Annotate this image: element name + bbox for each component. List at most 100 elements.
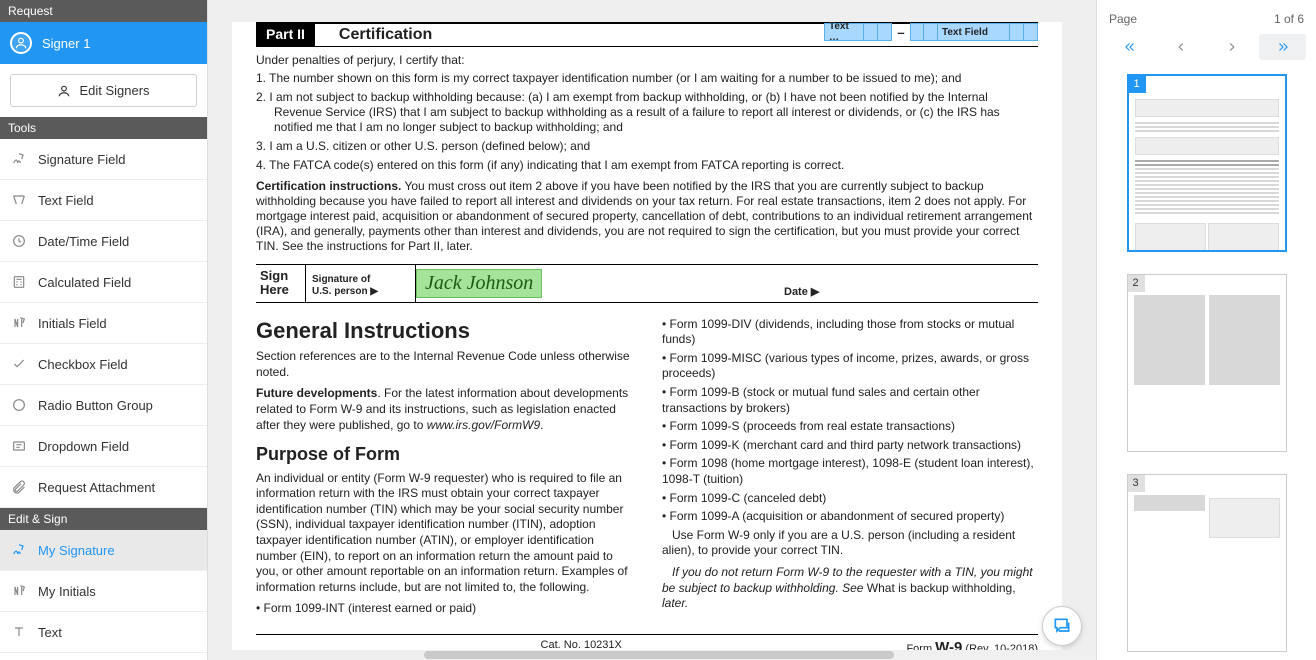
- overlay-dash: –: [892, 25, 910, 40]
- thumbnail-panel: Page 1 of 6 1 2 3: [1096, 0, 1316, 660]
- thumbnail-page-number: 1: [1128, 75, 1146, 93]
- tool-label: My Initials: [38, 584, 96, 599]
- initials-icon: [10, 583, 28, 599]
- field-overlays: Text … – Text Field: [824, 23, 1038, 41]
- tool-label: Dropdown Field: [38, 439, 129, 454]
- instructions-left-column: General Instructions Section references …: [256, 317, 632, 620]
- thumbnail-page-number: 2: [1127, 274, 1145, 292]
- dropdown-icon: [10, 438, 28, 454]
- nav-first-button[interactable]: [1107, 34, 1154, 60]
- user-icon: [10, 32, 32, 54]
- clock-icon: [10, 233, 28, 249]
- edit-sign-header: Edit & Sign: [0, 508, 207, 530]
- signature-icon: [10, 151, 28, 167]
- tool-label: My Signature: [38, 543, 115, 558]
- purpose-heading: Purpose of Form: [256, 443, 632, 466]
- checkbox-icon: [10, 356, 28, 372]
- chevron-left-icon: [1174, 40, 1188, 54]
- nav-last-button[interactable]: [1259, 34, 1306, 60]
- editsign-today-s-date[interactable]: Today's Date: [0, 653, 207, 660]
- tool-label: Signature Field: [38, 152, 125, 167]
- horizontal-scrollbar[interactable]: [424, 650, 1096, 660]
- cert-item: 3. I am a U.S. citizen or other U.S. per…: [256, 139, 1038, 154]
- signer-selector[interactable]: Signer 1: [0, 22, 207, 64]
- tool-checkbox-field[interactable]: Checkbox Field: [0, 344, 207, 385]
- chevrons-left-icon: [1121, 40, 1139, 54]
- overlay-cell[interactable]: [924, 23, 938, 41]
- user-icon: [57, 84, 71, 98]
- tools-list: Signature Field Text FieldDate/Time Field…: [0, 139, 207, 508]
- tool-label: Checkbox Field: [38, 357, 128, 372]
- tool-calculated-field[interactable]: Calculated Field: [0, 262, 207, 303]
- thumbnail-page-2[interactable]: 2: [1127, 274, 1287, 452]
- tool-radio-button-group[interactable]: Radio Button Group: [0, 385, 207, 426]
- thumbnail-list: 1 2 3: [1107, 74, 1306, 652]
- signature-label: Signature ofU.S. person ▶: [306, 265, 416, 302]
- overlay-cell[interactable]: [1010, 23, 1024, 41]
- general-instructions-heading: General Instructions: [256, 317, 632, 346]
- sidebar: Request Signer 1 Edit Signers Tools Sign…: [0, 0, 208, 660]
- date-label: Date ▶: [778, 265, 1038, 302]
- instructions-right-column: • Form 1099-DIV (dividends, including th…: [662, 317, 1038, 620]
- document-page[interactable]: Text … – Text Field: [232, 22, 1062, 650]
- signature-icon: [10, 542, 28, 558]
- tool-date-time-field[interactable]: Date/Time Field: [0, 221, 207, 262]
- tool-text-field[interactable]: Text Field: [0, 180, 207, 221]
- tool-dropdown-field[interactable]: Dropdown Field: [0, 426, 207, 467]
- cert-item: 2. I am not subject to backup withholdin…: [256, 90, 1038, 135]
- tool-initials-field[interactable]: Initials Field: [0, 303, 207, 344]
- overlay-text-field-1[interactable]: Text …: [824, 23, 864, 41]
- overlay-cell[interactable]: [878, 23, 892, 41]
- thumbnail-page-3[interactable]: 3: [1127, 474, 1287, 652]
- tool-label: Initials Field: [38, 316, 107, 331]
- text-field-icon: [10, 192, 28, 208]
- signer-label: Signer 1: [42, 36, 90, 51]
- chat-button[interactable]: [1042, 606, 1082, 646]
- page-footer: Cat. No. 10231X Form W-9 (Rev. 10-2018): [256, 634, 1038, 650]
- list-item: • Form 1099-INT (interest earned or paid…: [256, 601, 632, 617]
- chat-icon: [1052, 616, 1072, 636]
- tool-label: Radio Button Group: [38, 398, 153, 413]
- cert-item: 1. The number shown on this form is my c…: [256, 71, 1038, 86]
- editsign-text[interactable]: Text: [0, 612, 207, 653]
- signature-value[interactable]: Jack Johnson: [416, 269, 542, 298]
- tool-label: Request Attachment: [38, 480, 155, 495]
- cert-instructions: Certification instructions. You must cro…: [256, 179, 1038, 254]
- tool-label: Calculated Field: [38, 275, 131, 290]
- document-area: Text … – Text Field: [208, 0, 1096, 660]
- cert-list: 1. The number shown on this form is my c…: [256, 71, 1038, 173]
- tool-signature-field[interactable]: Signature Field: [0, 139, 207, 180]
- list-item: • Form 1099-MISC (various types of incom…: [662, 351, 1038, 382]
- editsign-my-signature[interactable]: My Signature: [0, 530, 207, 571]
- tool-label: Text: [38, 625, 62, 640]
- list-item: • Form 1099-K (merchant card and third p…: [662, 438, 1038, 454]
- list-item: • Form 1099-DIV (dividends, including th…: [662, 317, 1038, 348]
- initials-icon: [10, 315, 28, 331]
- edit-signers-button[interactable]: Edit Signers: [10, 74, 197, 107]
- page-label: Page: [1109, 12, 1137, 26]
- nav-prev-button[interactable]: [1158, 34, 1205, 60]
- page-count: 1 of 6: [1274, 12, 1304, 26]
- edit-signers-label: Edit Signers: [79, 83, 149, 98]
- radio-icon: [10, 397, 28, 413]
- overlay-cell[interactable]: [864, 23, 878, 41]
- text-icon: [10, 624, 28, 640]
- calc-icon: [10, 274, 28, 290]
- edit-sign-list: My Signature My Initials Text Today's Date: [0, 530, 207, 660]
- tool-request-attachment[interactable]: Request Attachment: [0, 467, 207, 508]
- part-tag: Part II: [256, 24, 315, 46]
- overlay-text-field-2[interactable]: Text Field: [938, 23, 1010, 41]
- signature-row: SignHere Signature ofU.S. person ▶ Jack …: [256, 264, 1038, 303]
- cert-item: 4. The FATCA code(s) entered on this for…: [256, 158, 1038, 173]
- thumbnail-page-1[interactable]: 1: [1127, 74, 1287, 252]
- overlay-cell[interactable]: [1024, 23, 1038, 41]
- cert-intro: Under penalties of perjury, I certify th…: [256, 53, 1038, 67]
- thumbnail-page-number: 3: [1127, 474, 1145, 492]
- nav-next-button[interactable]: [1209, 34, 1256, 60]
- editsign-my-initials[interactable]: My Initials: [0, 571, 207, 612]
- list-item: • Form 1099-S (proceeds from real estate…: [662, 419, 1038, 435]
- chevrons-right-icon: [1274, 40, 1292, 54]
- part-title: Certification: [315, 24, 456, 46]
- list-item: • Form 1099-A (acquisition or abandonmen…: [662, 509, 1038, 525]
- overlay-cell[interactable]: [910, 23, 924, 41]
